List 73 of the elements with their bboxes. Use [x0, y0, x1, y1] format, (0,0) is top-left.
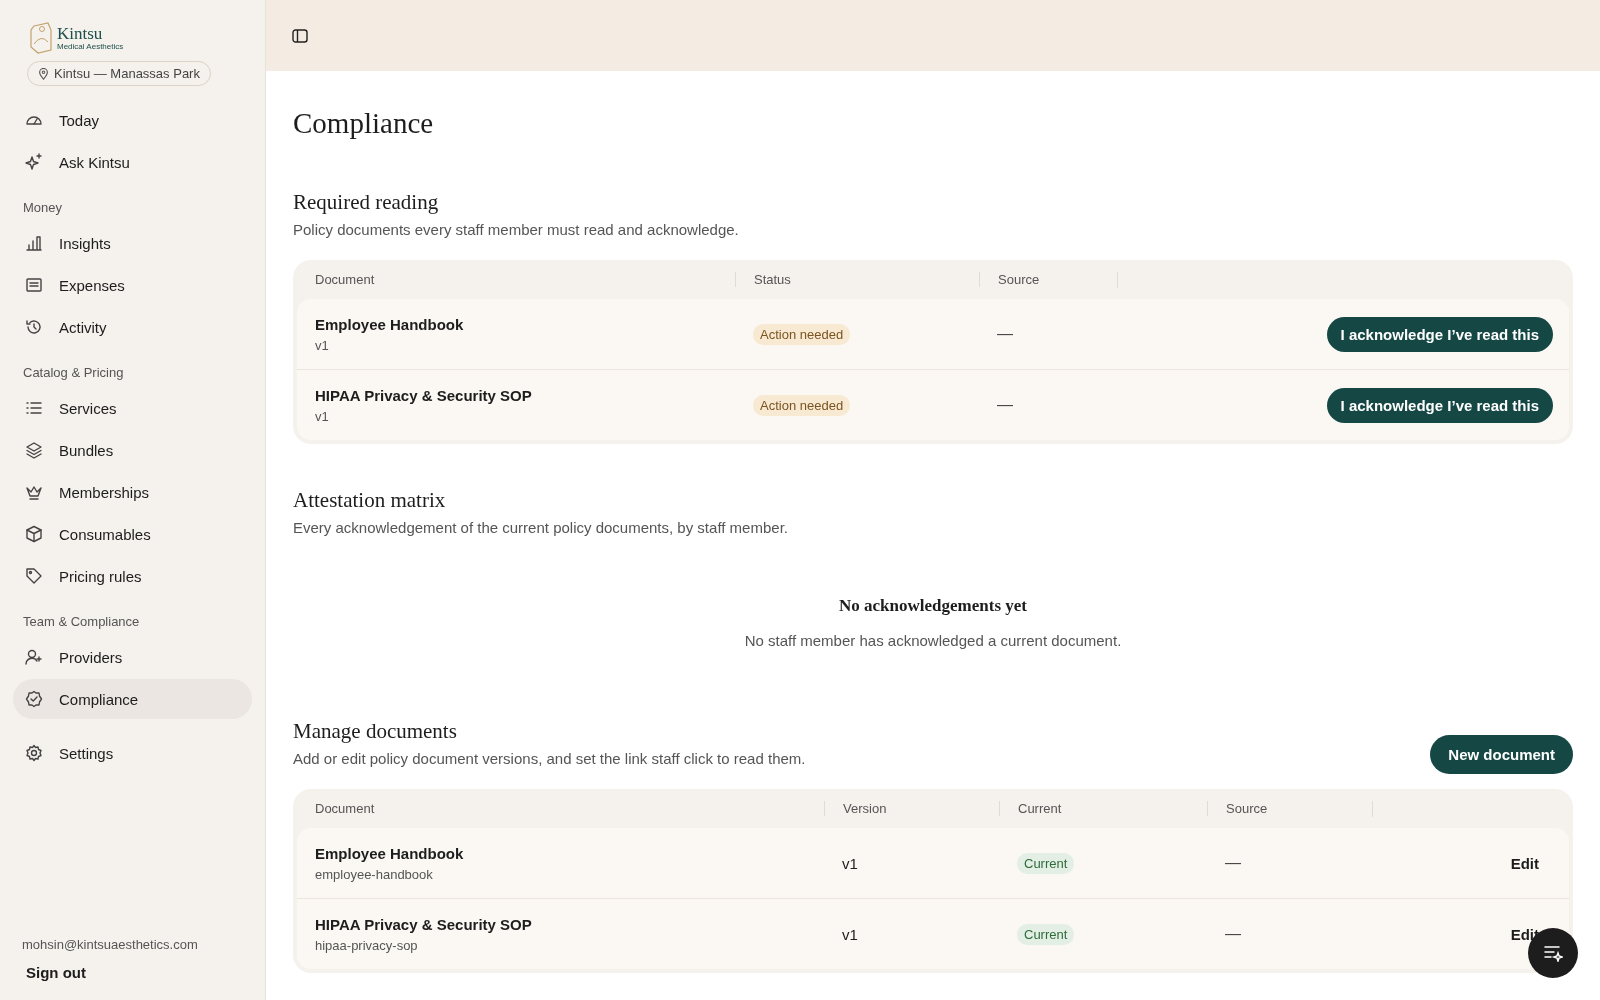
nav-item[interactable]: Insights [13, 223, 252, 263]
status-badge: Action needed [753, 394, 851, 416]
empty-state-title: No acknowledgements yet [839, 596, 1027, 616]
tag-icon [25, 567, 43, 585]
column-header: Document [314, 272, 376, 287]
nav-item[interactable]: Pricing rules [13, 556, 252, 596]
document-name: HIPAA Privacy & Security SOP [315, 915, 532, 933]
section-title: Required reading [293, 190, 440, 215]
column-header: Current [999, 801, 1207, 816]
document-slug: employee-handbook [315, 866, 433, 882]
document-name: Employee Handbook [315, 315, 464, 333]
table-cell: — [997, 325, 1013, 343]
section-description: Add or edit policy document versions, and set the link staff click to read them. [293, 750, 806, 767]
section-title: Manage documents [293, 719, 458, 744]
section-description: Policy documents every staff member must read and acknowledge. [293, 221, 740, 238]
column-header: Document [314, 801, 376, 816]
edit-link[interactable]: Edit [1510, 854, 1539, 872]
nav-item[interactable]: Providers [13, 637, 252, 677]
nav-item[interactable]: Services [13, 388, 252, 428]
user-plus-icon [25, 648, 43, 666]
history-icon [25, 318, 43, 336]
sidebar-toggle-icon[interactable] [290, 26, 310, 45]
brand-name: Kintsu [57, 25, 104, 42]
sparkle-icon [25, 153, 43, 171]
nav-item[interactable]: Memberships [13, 472, 252, 512]
chart-icon [25, 234, 43, 252]
new-document-button[interactable]: New document [1430, 734, 1573, 774]
document-version: v1 [315, 337, 329, 353]
column-header: Source [979, 272, 1117, 287]
table-cell: v1 [842, 854, 858, 872]
receipt-icon [25, 276, 43, 294]
document-version: v1 [315, 408, 329, 424]
location-pin-icon [38, 67, 49, 80]
box-icon [25, 525, 43, 543]
status-badge: Action needed [753, 323, 851, 345]
nav-item[interactable]: Bundles [13, 430, 252, 470]
nav-item[interactable]: Consumables [13, 514, 252, 554]
column-header: Source [1207, 801, 1372, 816]
table-cell: — [997, 396, 1013, 414]
acknowledge-button[interactable]: I acknowledge I’ve read this [1326, 316, 1553, 352]
list-icon [25, 399, 43, 417]
layers-icon [25, 441, 43, 459]
crown-icon [25, 483, 43, 501]
page-title: Compliance [293, 107, 435, 140]
user-email: mohsin@kintsuaesthetics.com [22, 937, 199, 952]
logo-icon [30, 22, 52, 54]
brand-tagline: Medical Aesthetics [57, 42, 124, 51]
document-name: Employee Handbook [315, 844, 464, 862]
section-title: Attestation matrix [293, 488, 447, 513]
table-cell: — [1225, 925, 1241, 943]
current-badge: Current [1017, 852, 1075, 874]
empty-state-text: No staff member has acknowledged a current document. [744, 632, 1122, 649]
gear-icon [25, 744, 43, 762]
nav-item[interactable]: Compliance [13, 679, 252, 719]
nav-item[interactable]: Activity [13, 307, 252, 347]
column-header: Status [735, 272, 979, 287]
nav-section-label: Money [22, 199, 64, 217]
document-slug: hipaa-privacy-sop [315, 937, 418, 953]
nav-section-label: Catalog & Pricing [22, 364, 125, 382]
table-cell: v1 [842, 925, 858, 943]
nav-item[interactable]: Expenses [13, 265, 252, 305]
sign-out-link[interactable]: Sign out [26, 964, 86, 981]
column-header: Version [824, 801, 999, 816]
document-name: HIPAA Privacy & Security SOP [315, 386, 532, 404]
table-cell: — [1225, 854, 1241, 872]
current-badge: Current [1017, 923, 1075, 945]
acknowledge-button[interactable]: I acknowledge I’ve read this [1326, 387, 1553, 423]
badge-check-icon [25, 690, 43, 708]
nav-item[interactable]: Today [13, 100, 252, 140]
section-description: Every acknowledgement of the current policy documents, by staff member. [293, 519, 789, 536]
nav-item[interactable]: Ask Kintsu [13, 142, 252, 182]
nav-item[interactable]: Settings [13, 733, 252, 773]
nav-section-label: Team & Compliance [22, 613, 141, 631]
